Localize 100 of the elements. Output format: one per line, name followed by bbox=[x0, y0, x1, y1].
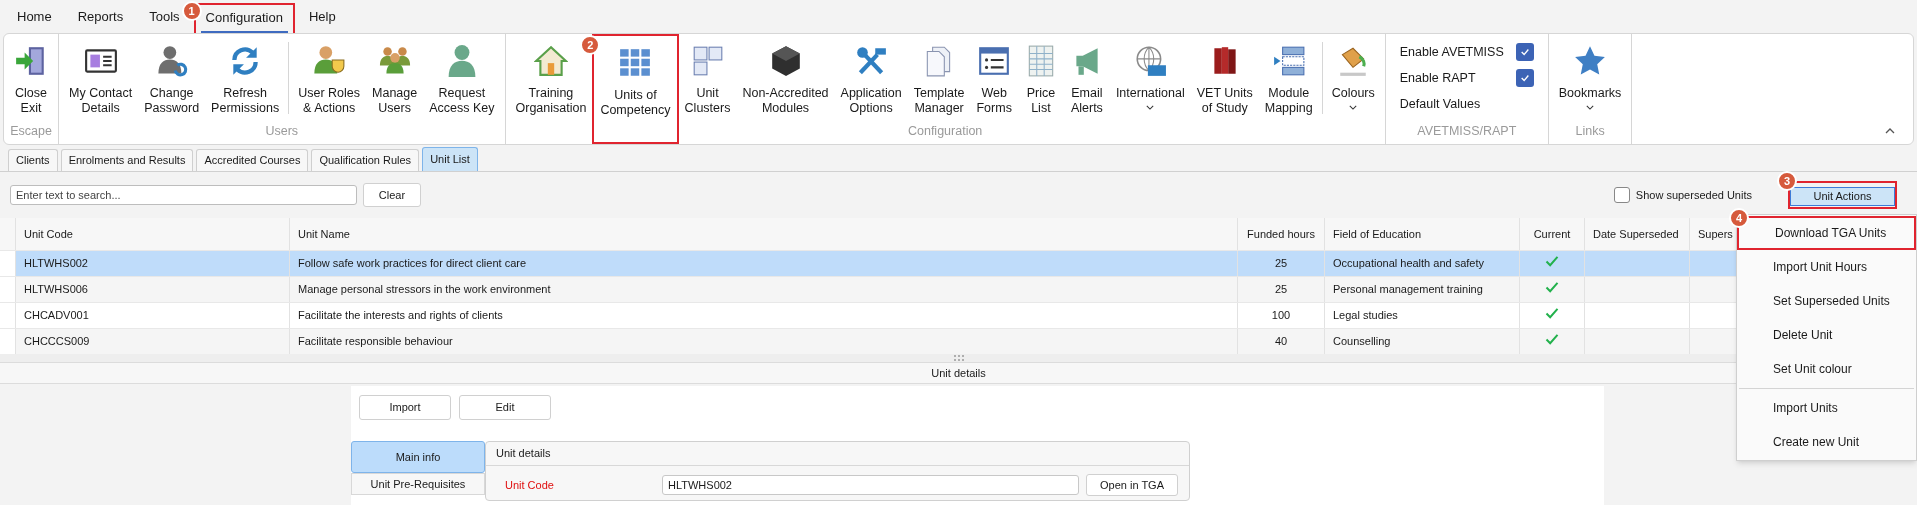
table-cell-text: CHCADV001 bbox=[24, 308, 89, 324]
table-cell-text: 40 bbox=[1274, 334, 1288, 350]
tab[interactable]: Qualification Rules bbox=[311, 149, 420, 171]
table-cell-text: HLTWHS006 bbox=[24, 282, 88, 298]
check-icon bbox=[1545, 308, 1559, 319]
menu-item[interactable]: Set Superseded Units bbox=[1737, 284, 1916, 318]
checkbox[interactable] bbox=[1515, 69, 1534, 88]
table-cell-text: Facilitate responsible behaviour bbox=[298, 334, 453, 350]
module-mapping-icon bbox=[1271, 44, 1306, 78]
ribbon-button[interactable]: Unit Clusters bbox=[678, 34, 737, 116]
toolbar-button[interactable]: Edit bbox=[459, 395, 551, 420]
search-field[interactable]: Enter text to search... bbox=[10, 185, 357, 205]
group-label: Configuration bbox=[906, 123, 984, 140]
tab[interactable]: Clients bbox=[8, 149, 58, 171]
column-header[interactable]: Current bbox=[1533, 225, 1571, 243]
callout-badge: 2 bbox=[580, 35, 601, 55]
table-cell-text: 25 bbox=[1274, 282, 1288, 298]
column-header[interactable]: Unit Name bbox=[298, 225, 350, 243]
side-tab[interactable]: Unit Pre-Requisites bbox=[351, 473, 485, 495]
ribbon-button[interactable]: Module Mapping bbox=[1258, 34, 1319, 116]
table-cell-text: HLTWHS002 bbox=[24, 256, 88, 272]
table-row[interactable]: CHCADV001 Facilitate the interests and rights of clients 100 Legal studies bbox=[0, 302, 1736, 328]
ribbon-button[interactable]: Close Exit bbox=[8, 34, 54, 116]
ribbon-button[interactable]: Price List bbox=[1017, 34, 1064, 116]
input-field[interactable]: HLTWHS002 bbox=[662, 475, 1079, 495]
field-label: Unit Code bbox=[505, 477, 555, 493]
menu-item[interactable]: Delete Unit bbox=[1737, 318, 1916, 352]
ribbon-button[interactable]: User Roles & Actions bbox=[292, 34, 366, 116]
table-cell-text: Occupational health and safety bbox=[1333, 256, 1485, 272]
group-label: Escape bbox=[9, 123, 53, 140]
grip-icon[interactable] bbox=[953, 355, 964, 361]
collapse-icon[interactable] bbox=[1885, 128, 1895, 134]
callout-badge: 1 bbox=[181, 1, 202, 21]
unit-actions-button[interactable]: Unit Actions bbox=[1790, 186, 1895, 206]
table-cell-text: Personal management training bbox=[1333, 282, 1483, 298]
column-header[interactable]: Date Superseded bbox=[1593, 225, 1679, 243]
table-cell-text: 100 bbox=[1271, 308, 1291, 324]
clear-button[interactable]: Clear bbox=[363, 183, 421, 207]
callout-badge: 3 bbox=[1777, 171, 1797, 191]
toggle-label: Enable RAPT bbox=[1399, 69, 1476, 87]
column-header[interactable]: Funded hours bbox=[1247, 225, 1315, 243]
column-header[interactable]: Field of Education bbox=[1333, 225, 1422, 243]
check-icon bbox=[1545, 256, 1559, 267]
group-label: Links bbox=[1574, 123, 1606, 140]
menu-item[interactable]: Help bbox=[303, 8, 341, 33]
table-cell-text: Legal studies bbox=[1333, 308, 1398, 324]
tab[interactable]: Unit List bbox=[422, 147, 478, 171]
open-button[interactable]: Open in TGA bbox=[1086, 474, 1178, 496]
table-cell-text: Follow safe work practices for direct client care bbox=[298, 256, 527, 272]
side-tab[interactable]: Main info bbox=[351, 441, 485, 473]
column-header[interactable]: Unit Code bbox=[24, 225, 73, 243]
ribbon-button[interactable]: Email Alerts bbox=[1063, 34, 1110, 116]
table-row[interactable]: HLTWHS006 Manage personal stressors in the work environment 25 Personal management training bbox=[0, 276, 1736, 302]
command-link[interactable]: Default Values bbox=[1399, 94, 1534, 114]
table-cell-text: Facilitate the interests and rights of clients bbox=[298, 308, 503, 324]
menu-item[interactable]: Reports bbox=[72, 8, 129, 33]
ribbon-button[interactable]: Request Access Key bbox=[423, 34, 501, 116]
table-cell-text: Counselling bbox=[1333, 334, 1391, 350]
group-label: Users bbox=[264, 123, 300, 140]
ribbon-button[interactable]: Application Options bbox=[834, 34, 908, 116]
globe-icon bbox=[1133, 44, 1168, 78]
row-indicator[interactable] bbox=[0, 329, 16, 354]
table-cell-text: CHCCCS009 bbox=[24, 334, 90, 350]
ribbon-button[interactable]: Template Manager bbox=[907, 34, 971, 116]
check-icon bbox=[1519, 47, 1530, 58]
table-row[interactable]: CHCCCS009 Facilitate responsible behaviour 40 Counselling bbox=[0, 328, 1736, 354]
ribbon-button[interactable]: Colours bbox=[1325, 34, 1381, 110]
checkbox[interactable] bbox=[1613, 187, 1630, 203]
row-indicator[interactable] bbox=[0, 277, 16, 302]
group-title: Unit details bbox=[496, 446, 551, 462]
menu-item[interactable]: Set Unit colour bbox=[1737, 352, 1916, 386]
house-icon bbox=[533, 44, 568, 78]
toggle-label: Enable AVETMISS bbox=[1399, 44, 1504, 61]
check-icon bbox=[1519, 73, 1530, 84]
menu-item[interactable]: Create new Unit bbox=[1737, 425, 1916, 459]
group-label: AVETMISS/RAPT bbox=[1416, 123, 1518, 140]
table-row[interactable]: HLTWHS002 Follow safe work practices for direct client care 25 Occupational health and safety bbox=[0, 250, 1736, 276]
ribbon-button[interactable]: My Contact Details bbox=[63, 34, 139, 116]
ribbon-button[interactable]: VET Units of Study bbox=[1190, 34, 1259, 116]
menu-item[interactable]: Import Units bbox=[1737, 391, 1916, 425]
ribbon-button[interactable]: International bbox=[1109, 34, 1191, 110]
menu-item[interactable]: Home bbox=[12, 8, 57, 33]
form-icon bbox=[977, 44, 1012, 78]
table-cell-text: Manage personal stressors in the work environment bbox=[298, 282, 551, 298]
menu-item[interactable]: Import Unit Hours bbox=[1737, 250, 1916, 284]
ribbon-button[interactable]: Change Password bbox=[138, 34, 206, 116]
checkbox[interactable] bbox=[1515, 43, 1534, 62]
ribbon-button[interactable]: Manage Users bbox=[366, 34, 424, 116]
ribbon-button[interactable]: Bookmarks bbox=[1552, 34, 1628, 110]
check-icon bbox=[1545, 334, 1559, 345]
row-indicator[interactable] bbox=[0, 251, 16, 276]
tab[interactable]: Enrolments and Results bbox=[60, 149, 194, 171]
toolbar-button[interactable]: Import bbox=[359, 395, 451, 420]
callout-badge: 4 bbox=[1729, 208, 1749, 228]
table-cell-text: 25 bbox=[1274, 256, 1288, 272]
ribbon-button[interactable]: Refresh Permissions bbox=[205, 34, 286, 116]
ribbon-button[interactable]: Non-Accredited Modules bbox=[736, 34, 835, 116]
column-header[interactable]: Supers bbox=[1698, 225, 1733, 243]
tab[interactable]: Accredited Courses bbox=[196, 149, 309, 171]
ribbon-button[interactable]: Web Forms bbox=[970, 34, 1018, 116]
